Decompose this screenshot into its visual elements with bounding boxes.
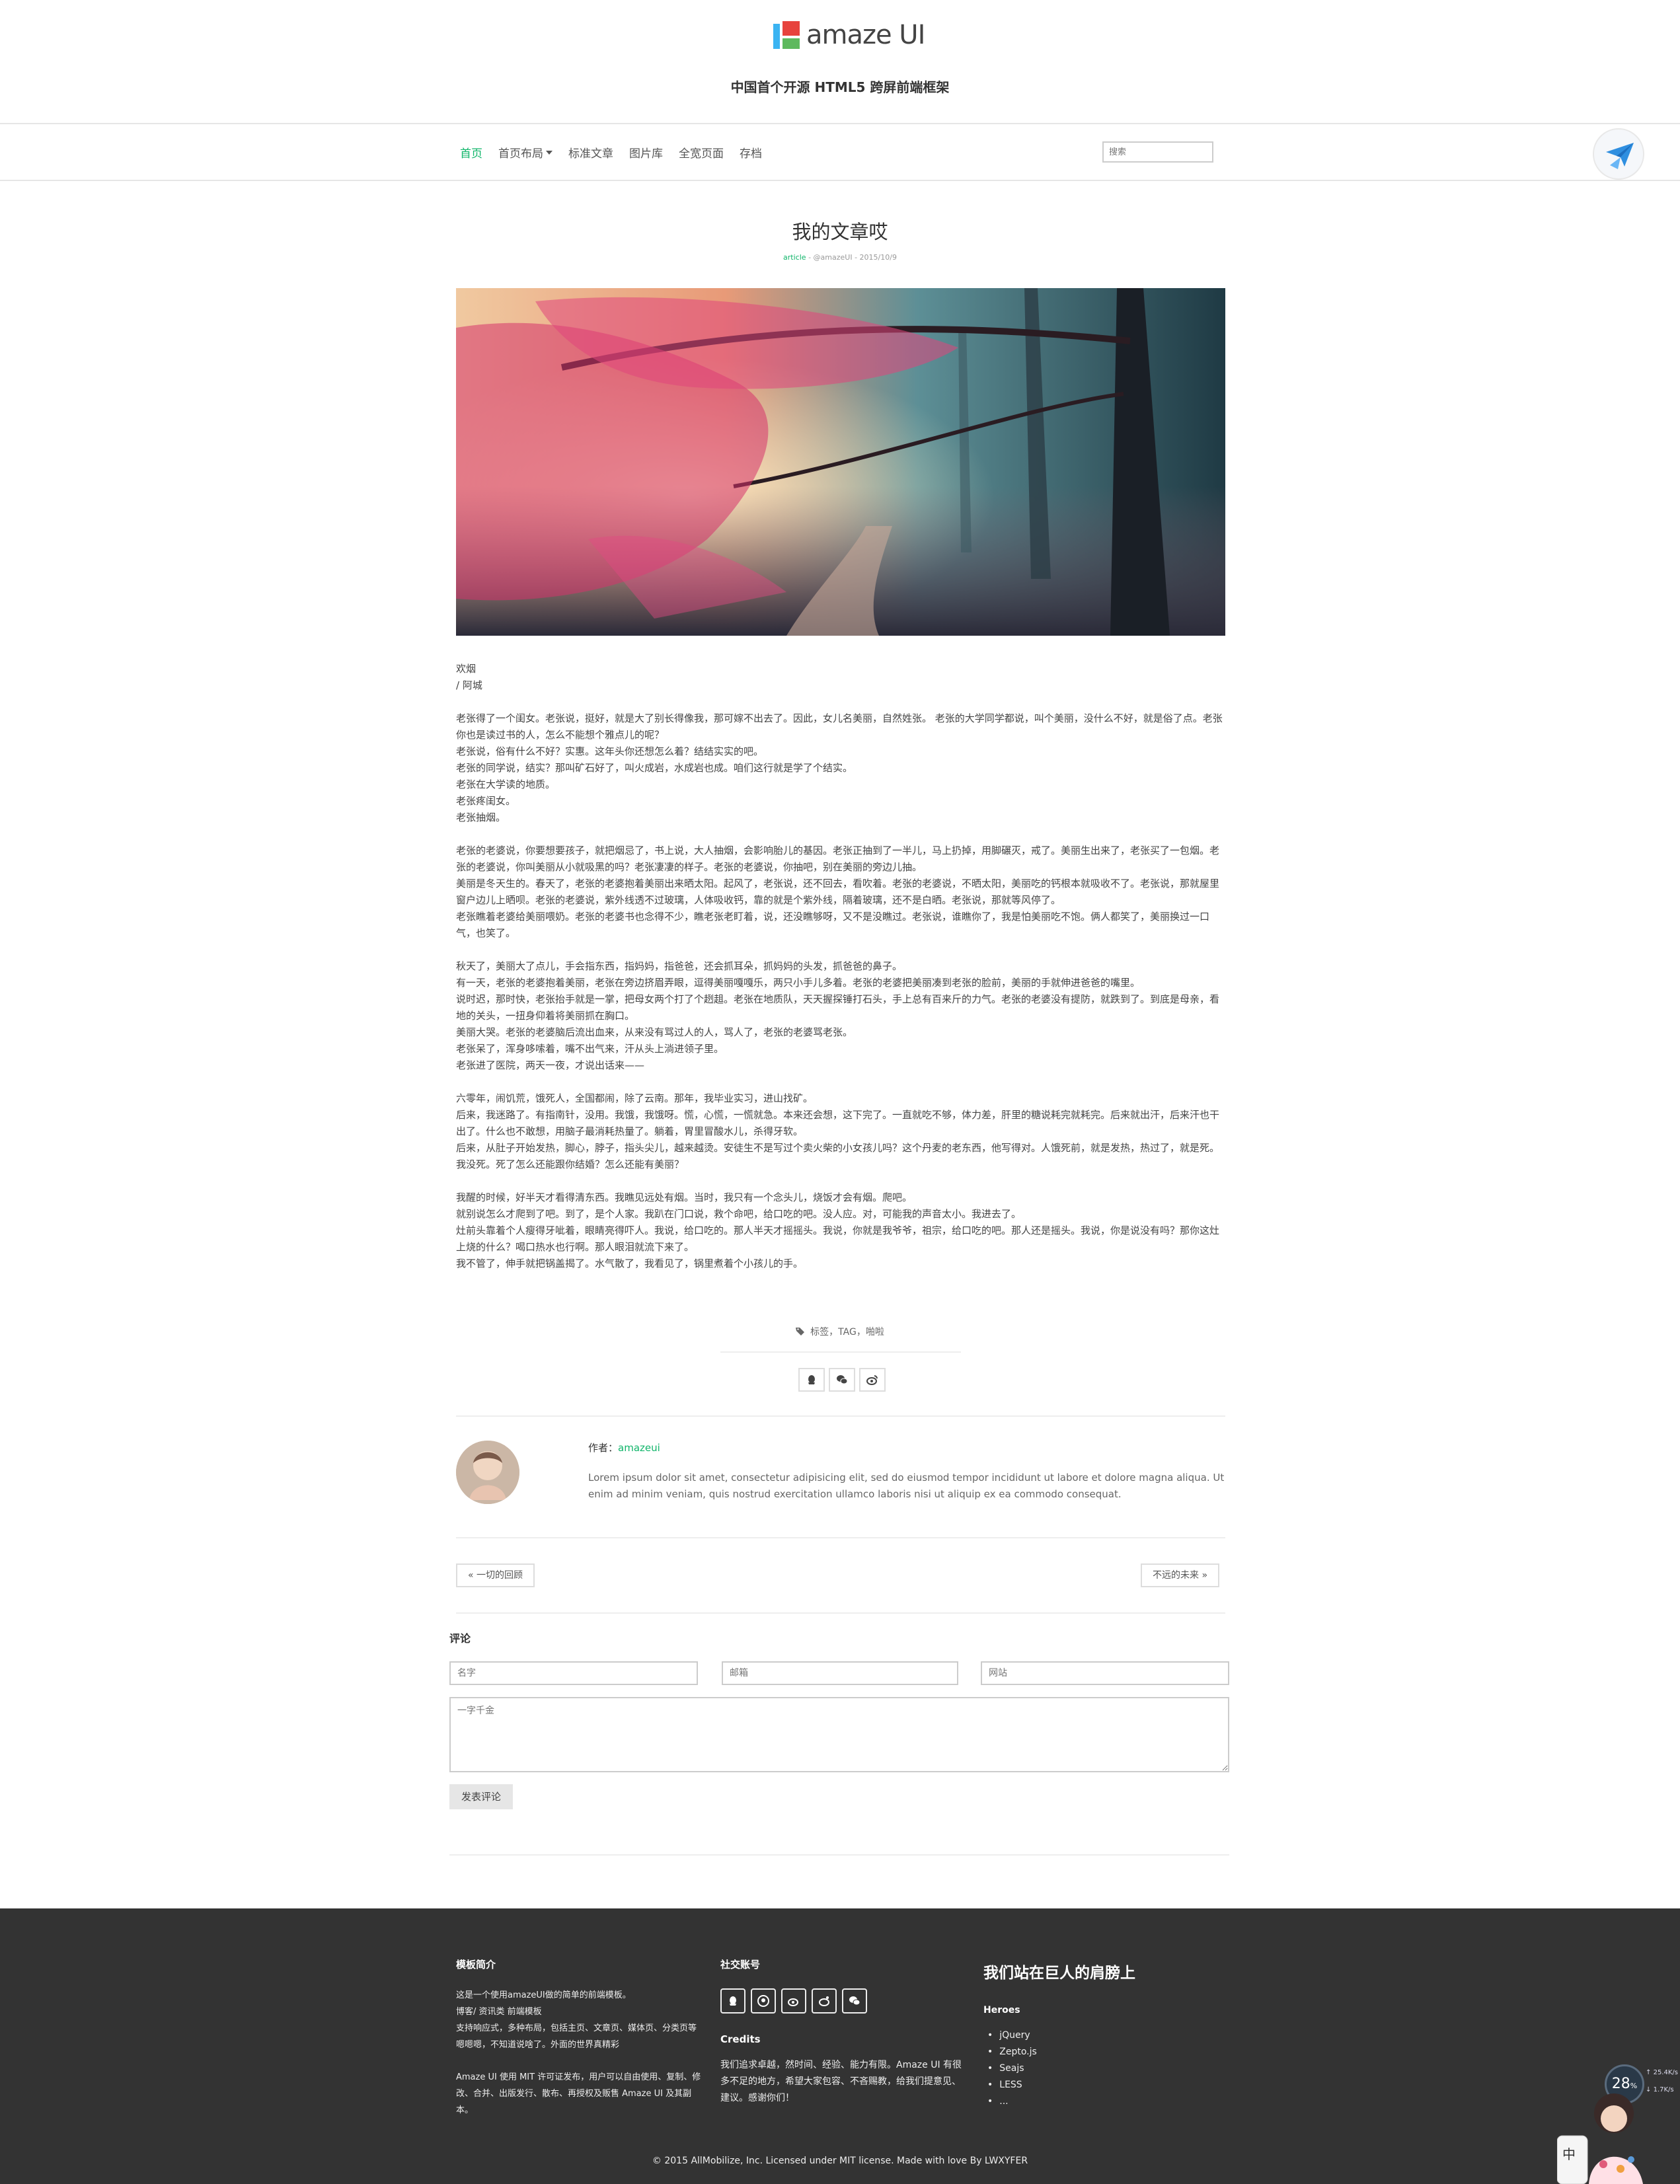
footer-social-icons [720,1988,965,2014]
qq-icon [730,1996,736,2006]
comment-message-textarea[interactable] [449,1697,1229,1772]
download-unit: K/s [1663,2086,1674,2093]
share-weibo-button[interactable] [859,1368,886,1392]
hero-link-seajs[interactable]: Seajs [987,2060,1235,2077]
nav-item-home[interactable]: 首页 [460,144,482,161]
upload-unit: K/s [1667,2069,1678,2076]
footer-intro-title: 模板简介 [456,1959,496,1971]
footer-credits-title: Credits [720,2033,761,2045]
weibo-icon [788,1998,798,2006]
site-header: amaze UI 中国首个开源 HTML5 跨屏前端框架 [0,0,1680,124]
article-meta: article - @amazeUI - 2015/10/9 [0,253,1680,262]
meta-separator: - [855,253,860,262]
nav-item-gallery[interactable]: 图片库 [629,144,663,161]
mascot-widget[interactable]: 中 [1556,2088,1650,2184]
share-wechat-button[interactable] [829,1368,855,1392]
caret-down-icon [546,150,553,155]
site-slogan: 中国首个开源 HTML5 跨屏前端框架 [730,79,950,95]
comment-website-input[interactable] [981,1661,1229,1685]
article-paragraph: 老张得了一个闺女。老张说，挺好，就是大了别长得像我，那可嫁不出去了。因此，女儿名… [456,712,1223,823]
download-speed: 1.7 [1653,2086,1664,2093]
nav-menu: 首页 首页布局 标准文章 图片库 全宽页面 存档 [460,144,778,161]
footer-social-column: 社交账号 Credits 我们追求卓越，然时间、经验、能力有限。Amaze UI… [720,1957,965,2107]
footer-qq-link[interactable] [720,1988,745,2014]
mascot-text: 中 [1562,2146,1576,2162]
wechat-icon [849,1996,860,2006]
article-date: 2015/10/9 [859,253,897,262]
article-paragraph: 六零年，闹饥荒，饿死人，全国都闹，除了云南。那年，我毕业实习，进山找矿。 后来，… [456,1092,1220,1170]
upload-speed: 25.4 [1653,2069,1668,2076]
nav-item-fullwidth[interactable]: 全宽页面 [679,144,724,161]
footer-copyright: © 2015 AllMobilize, Inc. Licensed under … [652,2156,1028,2166]
search-input[interactable] [1102,141,1213,163]
footer-giants-column: 我们站在巨人的肩膀上 Heroes jQuery Zepto.js Seajs … [983,1960,1235,2110]
footer-reddit-link[interactable] [812,1988,837,2014]
author-label-text: 作者： [588,1442,619,1454]
article-author: @amazeUI [813,253,853,262]
section-divider [456,1612,1225,1614]
hero-link-more[interactable]: ... [987,2093,1235,2110]
article-title: 我的文章哎 [792,221,888,243]
hero-link-less[interactable]: LESS [987,2077,1235,2093]
site-logo[interactable]: amaze UI [773,20,925,50]
next-post-button[interactable]: 不远的未来 » [1141,1563,1220,1587]
main-navbar: 首页 首页布局 标准文章 图片库 全宽页面 存档 [0,126,1680,181]
logo-text: amaze UI [806,20,925,50]
hero-link-zepto[interactable]: Zepto.js [987,2044,1235,2060]
github-icon [757,1995,769,2007]
section-divider [456,1415,1225,1417]
footer-credits-text: 我们追求卓越，然时间、经验、能力有限。Amaze UI 有很多不足的地方，希望大… [720,2060,962,2103]
footer-license-text: Amaze UI 使用 MIT 许可证发布，用户可以自由使用、复制、修改、合并、… [456,2072,701,2115]
article-paragraph: 老张的老婆说，你要想要孩子，就把烟忌了，书上说，大人抽烟，会影响胎儿的基因。老张… [456,845,1220,939]
weibo-icon [866,1375,878,1385]
article-tags: 标签，TAG，啪啦 [0,1325,1680,1338]
nav-item-standard-article[interactable]: 标准文章 [568,144,613,161]
bird-logo-icon[interactable] [1593,128,1644,180]
comments-title: 评论 [449,1632,471,1645]
footer-social-title: 社交账号 [720,1959,761,1971]
reddit-icon [819,1996,829,2006]
article-paragraph: 秋天了，美丽大了点儿，手会指东西，指妈妈，指爸爸，还会抓耳朵，抓妈妈的头发，抓爸… [456,960,1220,1071]
footer-heroes-title: Heroes [983,2005,1020,2015]
tags-icon [796,1327,805,1336]
author-name-link[interactable]: amazeui [618,1442,660,1454]
upload-arrow-icon: ↑ [1646,2069,1652,2076]
author-avatar [456,1441,519,1504]
site-footer: 模板简介 这是一个使用amazeUI做的简单的前端模板。 博客/ 资讯类 前端模… [0,1908,1680,2184]
article-paragraph: 我醒的时候，好半天才看得清东西。我瞧见远处有烟。当时，我只有一个念头儿，烧饭才会… [456,1191,1220,1269]
nav-item-layouts-label: 首页布局 [498,147,543,161]
section-divider [449,1854,1229,1856]
author-bio: Lorem ipsum dolor sit amet, consectetur … [588,1472,1225,1500]
wechat-icon [837,1375,848,1384]
share-divider [720,1351,961,1353]
footer-wechat-link[interactable] [842,1988,867,2014]
article-category-link[interactable]: article [783,253,806,262]
nav-item-archive[interactable]: 存档 [740,144,762,161]
amazeui-logo-icon [773,21,800,49]
share-qq-button[interactable] [798,1368,825,1392]
footer-giants-title: 我们站在巨人的肩膀上 [983,1965,1135,1982]
share-buttons [798,1368,886,1392]
article-hero-image [456,288,1225,636]
network-speed-stats: ↑ 25.4K/s ↓ 1.7K/s [1646,2064,1678,2099]
footer-intro-column: 模板简介 这是一个使用amazeUI做的简单的前端模板。 博客/ 资讯类 前端模… [456,1957,707,2119]
footer-intro-text: 这是一个使用amazeUI做的简单的前端模板。 博客/ 资讯类 前端模板 支持响… [456,1990,697,2050]
prev-post-button[interactable]: « 一切的回顾 [456,1563,535,1587]
author-label: 作者：amazeui [588,1441,660,1454]
comment-name-input[interactable] [449,1661,698,1685]
section-divider [456,1537,1225,1538]
qq-icon [808,1375,815,1384]
nav-item-layouts[interactable]: 首页布局 [498,144,553,161]
tags-link[interactable]: 标签，TAG，啪啦 [810,1327,884,1337]
article-paragraph: 欢烟 / 阿城 [456,663,482,691]
meta-separator: - [808,253,814,262]
footer-github-link[interactable] [751,1988,776,2014]
article-content: 欢烟 / 阿城 老张得了一个闺女。老张说，挺好，就是大了别长得像我，那可嫁不出去… [456,661,1225,1289]
submit-comment-button[interactable]: 发表评论 [449,1784,514,1809]
hero-link-jquery[interactable]: jQuery [987,2027,1235,2044]
footer-heroes-list: jQuery Zepto.js Seajs LESS ... [987,2027,1235,2110]
footer-weibo-link[interactable] [781,1988,806,2014]
comment-email-input[interactable] [722,1661,958,1685]
